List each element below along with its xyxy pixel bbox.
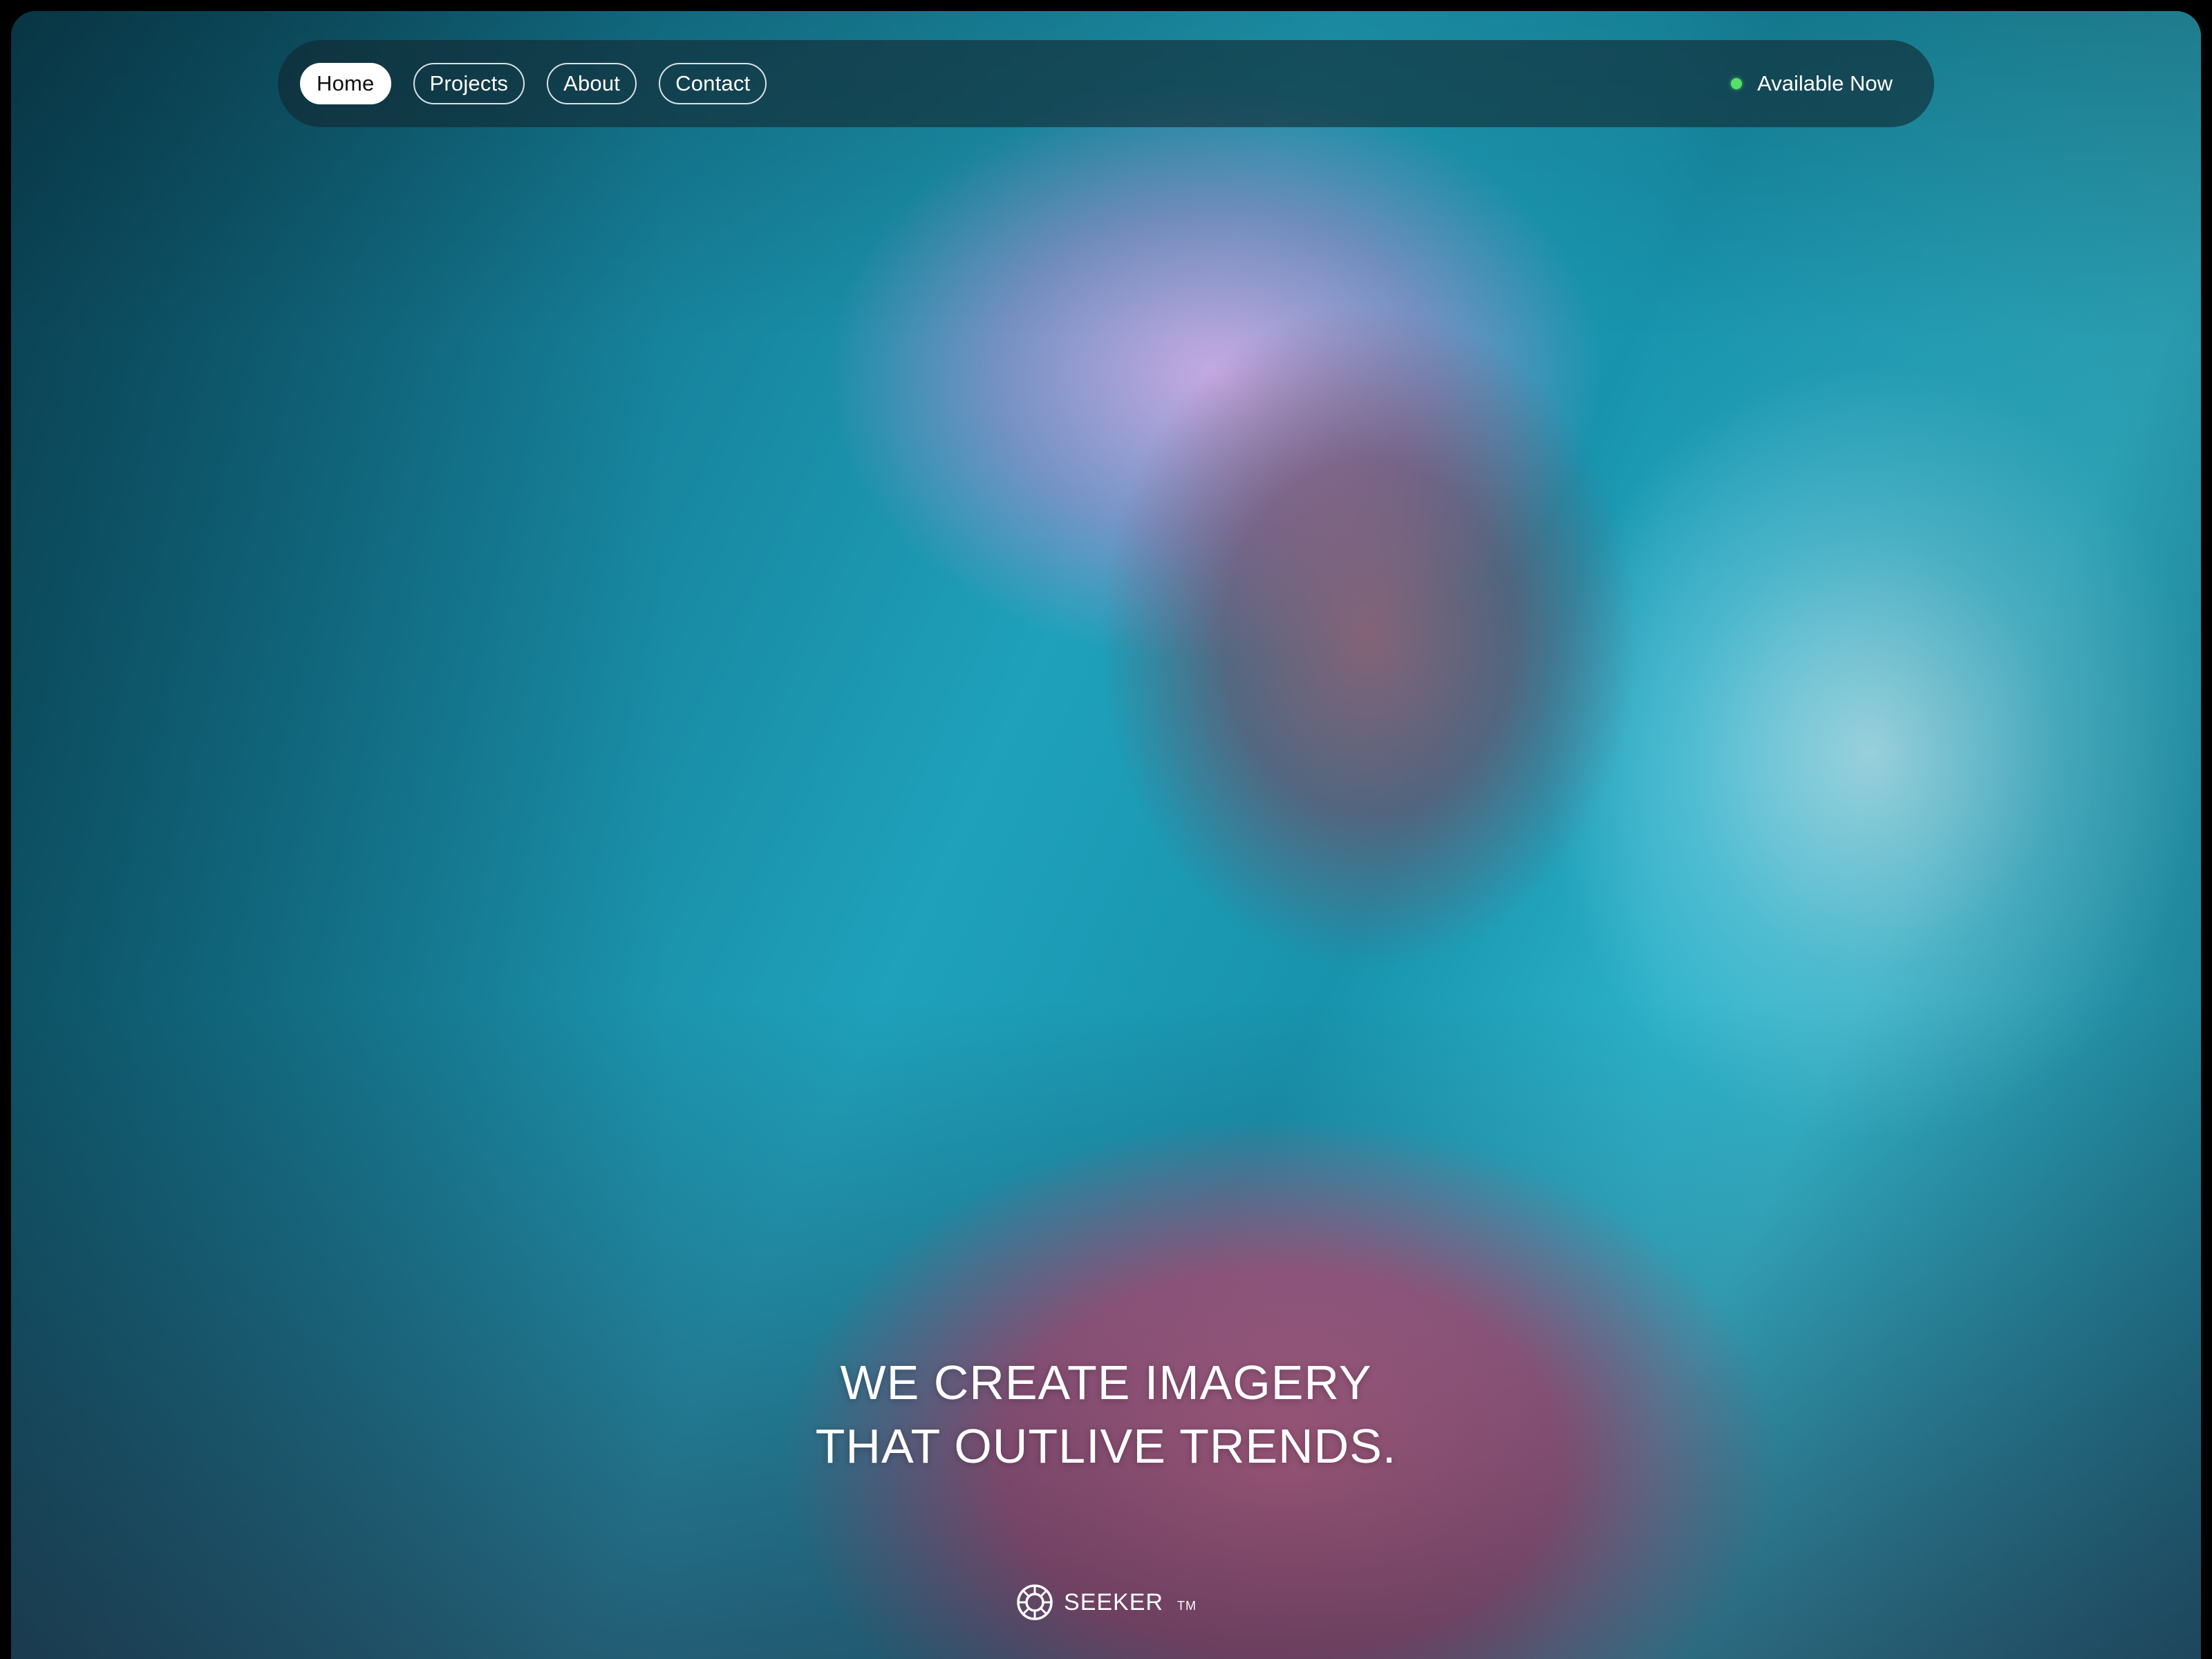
nav-about-link[interactable]: About	[547, 63, 637, 104]
page-frame: Home Projects About Contact Available No…	[11, 11, 2201, 1659]
nav-home-link[interactable]: Home	[300, 63, 391, 104]
brand-name: SEEKER	[1064, 1588, 1163, 1615]
brand-trademark: TM	[1177, 1598, 1197, 1613]
top-navbar: Home Projects About Contact Available No…	[278, 40, 1934, 127]
nav-contact-link[interactable]: Contact	[659, 63, 767, 104]
availability-status: Available Now	[1731, 71, 1893, 96]
nav-projects-link[interactable]: Projects	[413, 63, 525, 104]
status-dot-icon	[1731, 78, 1743, 89]
hero-headline: WE CREATE IMAGERY THAT OUTLIVE TRENDS.	[11, 1351, 2201, 1478]
nav-links: Home Projects About Contact	[300, 63, 767, 104]
brand-mark[interactable]: SEEKER TM	[11, 1583, 2201, 1622]
headline-line-2: THAT OUTLIVE TRENDS.	[815, 1419, 1397, 1473]
availability-label: Available Now	[1757, 71, 1893, 95]
headline-line-1: WE CREATE IMAGERY	[840, 1356, 1372, 1409]
seeker-logo-icon	[1017, 1584, 1053, 1620]
